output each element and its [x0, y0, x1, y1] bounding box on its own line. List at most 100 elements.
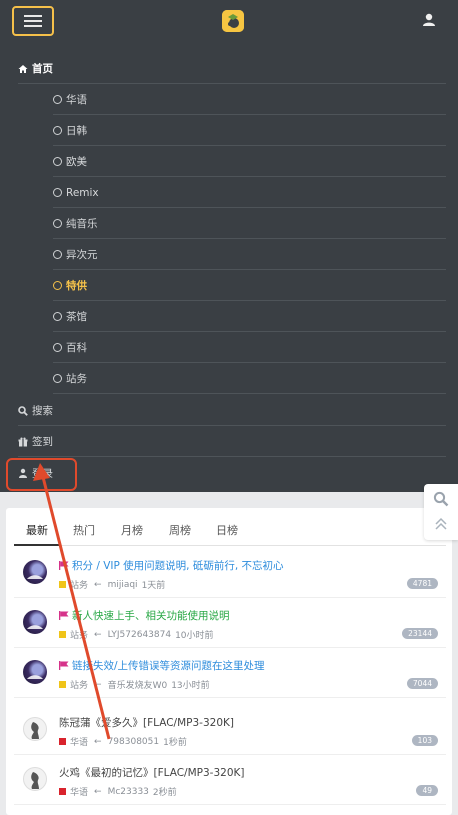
menu-sub-label: 茶馆 [66, 311, 87, 323]
menu-item-home[interactable]: 首页 [18, 54, 446, 84]
menu-sub-label: 日韩 [66, 125, 87, 137]
thread-item[interactable]: 陈冠蒲《爱多久》[FLAC/MP3-320K] 华语 ← 798308051 1秒前 10… [14, 705, 446, 755]
category-color-icon [59, 738, 66, 745]
circle-icon [53, 126, 62, 135]
thread-item[interactable]: 链接失效/上传错误等资源问题在这里处理 站务 ← 音乐发烧友W0 13小时前 7044 [14, 648, 446, 698]
menu-sub-item[interactable]: 日韩 [53, 116, 446, 146]
menu-checkin-label: 签到 [32, 436, 53, 448]
search-icon [18, 405, 28, 416]
thread-time: 10小时前 [175, 631, 214, 641]
tab-monthly[interactable]: 月榜 [121, 522, 143, 538]
thread-category[interactable]: 华语 [70, 785, 88, 798]
circle-icon [53, 188, 62, 197]
circle-icon [53, 343, 62, 352]
reply-count-badge: 4781 [406, 578, 438, 589]
thread-title-text[interactable]: 链接失效/上传错误等资源问题在这里处理 [72, 660, 265, 672]
menu-sub-item[interactable]: Remix [53, 178, 446, 208]
reply-count-badge: 49 [416, 785, 438, 796]
avatar[interactable] [23, 767, 47, 791]
tab-latest[interactable]: 最新 [26, 522, 48, 538]
avatar[interactable] [23, 560, 47, 584]
thread-item[interactable]: 积分 / VIP 使用问题说明, 砥砺前行, 不忘初心 站务 ← mijiaqi 1天前… [14, 548, 446, 598]
thread-title-text[interactable]: 陈冠蒲《爱多久》[FLAC/MP3-320K] [59, 717, 234, 729]
menu-sub-item[interactable]: 纯音乐 [53, 209, 446, 239]
floating-tools [424, 484, 458, 540]
menu-sub-item-active[interactable]: 特供 [53, 271, 446, 301]
reply-count-badge: 7044 [406, 678, 438, 689]
flag-icon [59, 661, 69, 670]
thread-user[interactable]: Mc23333 [108, 787, 149, 797]
thread-title[interactable]: 链接失效/上传错误等资源问题在这里处理 [59, 658, 265, 673]
menu-sub-label: 站务 [66, 373, 87, 385]
top-navbar [0, 0, 458, 42]
menu-item-login[interactable]: 登录 [18, 458, 446, 488]
login-highlight-box [6, 458, 77, 491]
menu-sub-item[interactable]: 欧美 [53, 147, 446, 177]
thread-time: 1天前 [141, 581, 166, 591]
site-logo-icon[interactable] [222, 10, 244, 32]
thread-tabs: 最新 热门 月榜 周榜 日榜 [14, 520, 446, 546]
menu-sub-item[interactable]: 茶馆 [53, 302, 446, 332]
thread-user[interactable]: mijiaqi [108, 580, 138, 590]
reply-count-badge: 103 [411, 735, 438, 746]
menu-sub-item[interactable]: 百科 [53, 333, 446, 363]
category-color-icon [59, 788, 66, 795]
reply-arrow-icon: ← [94, 579, 102, 590]
avatar[interactable] [23, 610, 47, 634]
thread-category[interactable]: 站务 [70, 578, 88, 591]
menu-sub-item[interactable]: 站务 [53, 364, 446, 394]
thread-title[interactable]: 新人快速上手、相关功能使用说明 [59, 608, 230, 623]
menu-item-checkin[interactable]: 签到 [18, 427, 446, 457]
tab-hot[interactable]: 热门 [73, 522, 95, 538]
reply-arrow-icon: ← [94, 679, 102, 690]
menu-sub-item[interactable]: 异次元 [53, 240, 446, 270]
circle-icon [53, 312, 62, 321]
circle-icon [53, 250, 62, 259]
circle-icon [53, 374, 62, 383]
back-to-top-icon[interactable] [435, 517, 447, 531]
menu-sub-item[interactable]: 华语 [53, 85, 446, 115]
category-color-icon [59, 681, 66, 688]
thread-title[interactable]: 火鸡《最初的记忆》[FLAC/MP3-320K] [59, 765, 244, 780]
thread-title-text[interactable]: 积分 / VIP 使用问题说明, 砥砺前行, 不忘初心 [72, 560, 284, 572]
avatar[interactable] [23, 660, 47, 684]
thread-item[interactable]: 火鸡《最初的记忆》[FLAC/MP3-320K] 华语 ← Mc23333 2秒前 49 [14, 755, 446, 805]
avatar[interactable] [23, 717, 47, 741]
menu-search-label: 搜索 [32, 405, 53, 417]
thread-category[interactable]: 站务 [70, 678, 88, 691]
thread-user[interactable]: 音乐发烧友W0 [108, 678, 168, 691]
thread-title[interactable]: 积分 / VIP 使用问题说明, 砥砺前行, 不忘初心 [59, 558, 284, 573]
circle-icon [53, 281, 62, 290]
thread-user[interactable]: LYJ572643874 [108, 630, 172, 640]
circle-icon [53, 95, 62, 104]
thread-title[interactable]: 陈冠蒲《爱多久》[FLAC/MP3-320K] [59, 715, 234, 730]
hamburger-menu-button[interactable] [12, 6, 54, 36]
flag-icon [59, 561, 69, 570]
flag-icon [59, 611, 69, 620]
thread-category[interactable]: 华语 [70, 735, 88, 748]
thread-meta: 站务 ← 音乐发烧友W0 13小时前 [59, 678, 210, 691]
thread-time: 2秒前 [152, 788, 177, 798]
thread-time: 13小时前 [171, 681, 210, 691]
active-tab-indicator [14, 544, 60, 546]
search-icon[interactable] [433, 491, 449, 507]
reply-count-badge: 23144 [402, 628, 438, 639]
thread-user[interactable]: 798308051 [108, 737, 160, 747]
thread-title-text[interactable]: 火鸡《最初的记忆》[FLAC/MP3-320K] [59, 767, 244, 779]
thread-item[interactable]: 新人快速上手、相关功能使用说明站务 ← LYJ572643874 10小时前 23144 [14, 598, 446, 648]
thread-meta: 华语 ← Mc23333 2秒前 [59, 785, 177, 798]
menu-sub-label: 异次元 [66, 249, 98, 261]
menu-sub-label: 百科 [66, 342, 87, 354]
tab-weekly[interactable]: 周榜 [169, 522, 191, 538]
thread-meta: 站务 ← LYJ572643874 10小时前 [59, 628, 214, 641]
home-icon [18, 64, 28, 74]
thread-title-text[interactable]: 新人快速上手、相关功能使用说明 [72, 610, 230, 622]
menu-sub-label: 华语 [66, 94, 87, 106]
gift-icon [18, 437, 28, 447]
tab-daily[interactable]: 日榜 [216, 522, 238, 538]
circle-icon [53, 219, 62, 228]
thread-category[interactable]: 站务 [70, 628, 88, 641]
menu-item-search[interactable]: 搜索 [18, 396, 446, 426]
menu-sub-label: 纯音乐 [66, 218, 98, 230]
user-icon[interactable] [420, 11, 438, 29]
